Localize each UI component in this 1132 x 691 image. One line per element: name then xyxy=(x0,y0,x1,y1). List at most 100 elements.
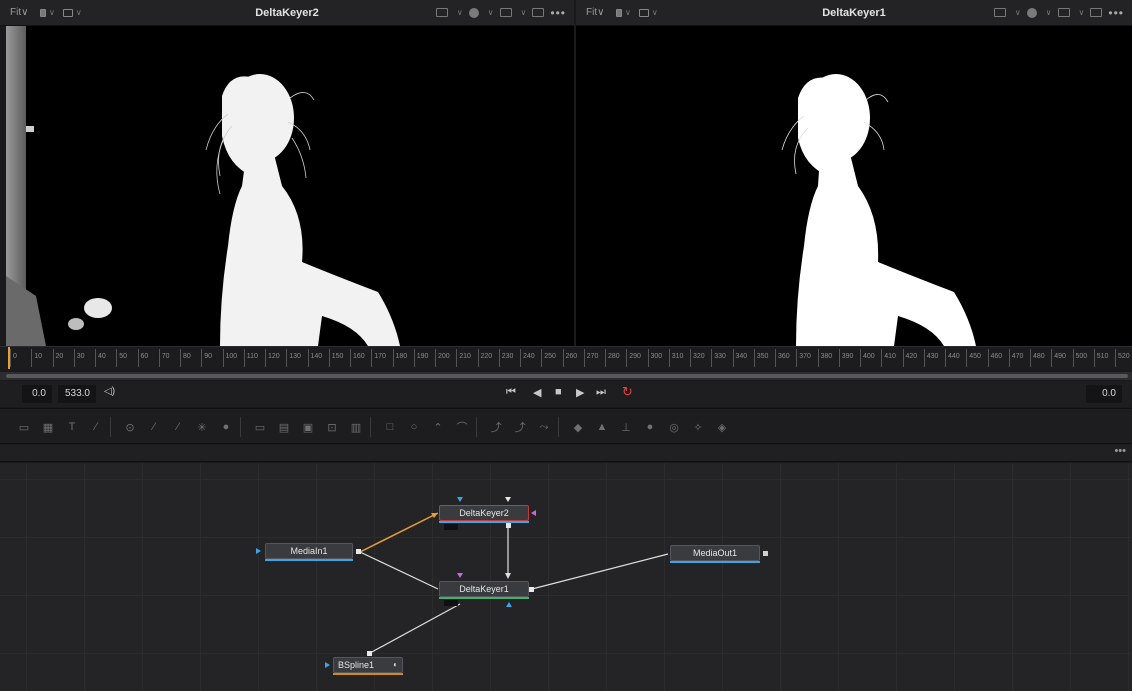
toolbar-separator xyxy=(558,417,559,437)
audio-icon[interactable]: ◁) xyxy=(104,386,115,397)
polygon-mask-icon[interactable]: ⌃ xyxy=(430,419,446,435)
output-port[interactable] xyxy=(529,587,534,592)
transform-icon[interactable]: ▥ xyxy=(348,419,364,435)
time-ruler[interactable]: 0 10 20 30 40 50 60 70 80 90 100 110 120 130 140 150 160… xyxy=(0,346,1132,370)
input-port-icon[interactable] xyxy=(506,602,512,607)
brightness-icon[interactable]: ✳ xyxy=(194,419,210,435)
input-port-icon[interactable] xyxy=(256,548,261,554)
chevron-down-icon[interactable]: ∨ xyxy=(521,8,527,17)
chevron-down-icon[interactable]: ∨ xyxy=(1046,8,1052,17)
resize-icon[interactable]: ⊡ xyxy=(324,419,340,435)
more-options-icon[interactable]: ••• xyxy=(1114,445,1126,457)
node-deltakeyer2[interactable]: DeltaKeyer2 xyxy=(439,505,529,523)
matte-control-icon[interactable]: ▤ xyxy=(276,419,292,435)
camera-tracker-icon[interactable]: ⤳ xyxy=(536,419,552,435)
fullscreen-icon[interactable] xyxy=(532,8,545,17)
lut-icon[interactable] xyxy=(638,8,649,17)
stop-icon[interactable]: ■ xyxy=(555,386,562,398)
node-underline xyxy=(333,673,403,675)
lut-icon[interactable] xyxy=(62,8,73,17)
text3d-icon[interactable]: ▲ xyxy=(594,419,610,435)
roi-icon[interactable] xyxy=(435,8,448,17)
polygon-icon[interactable]: ⁄ xyxy=(146,419,162,435)
gradient-icon[interactable]: ▦ xyxy=(40,419,56,435)
merge-icon[interactable]: ▭ xyxy=(252,419,268,435)
input-port-icon[interactable] xyxy=(325,662,330,668)
channel-icon[interactable] xyxy=(40,8,46,17)
channel-icon[interactable] xyxy=(616,8,622,17)
ruler-tick: 290 xyxy=(626,349,641,367)
time-scrubber[interactable] xyxy=(0,372,1132,380)
viewer-right-image[interactable] xyxy=(576,26,1132,346)
color-icon[interactable] xyxy=(1026,7,1037,18)
play-reverse-icon[interactable]: ◀ xyxy=(533,386,541,399)
chevron-down-icon[interactable]: ∨ xyxy=(625,8,631,17)
chevron-down-icon[interactable]: ∨ xyxy=(76,8,82,17)
roi-icon[interactable] xyxy=(993,8,1006,17)
play-forward-icon[interactable]: ▶ xyxy=(576,386,584,399)
fullscreen-icon[interactable] xyxy=(1090,8,1103,17)
light-fixture-matte xyxy=(84,298,112,318)
text-icon[interactable]: T xyxy=(64,419,80,435)
ruler-tick: 30 xyxy=(73,349,85,367)
fbx-icon[interactable]: ◈ xyxy=(714,419,730,435)
grid-icon[interactable] xyxy=(1057,8,1070,17)
go-to-end-icon[interactable]: ⏭ xyxy=(596,386,606,399)
color-icon[interactable] xyxy=(468,7,479,18)
zoom-fit-dropdown[interactable]: Fit∨ xyxy=(586,7,608,18)
bspline-mask-icon[interactable]: ⌒ xyxy=(454,419,470,435)
color-corrector-icon[interactable]: ▣ xyxy=(300,419,316,435)
scrub-range[interactable] xyxy=(6,374,1128,378)
node-deltakeyer1[interactable]: DeltaKeyer1 xyxy=(439,581,529,599)
background-icon[interactable]: ▭ xyxy=(16,419,32,435)
right-time-field[interactable]: 0.0 xyxy=(1086,385,1122,403)
stand-clamp xyxy=(26,126,34,132)
node-bspline1[interactable]: BSpline1 ◐ xyxy=(333,657,403,675)
chevron-down-icon[interactable]: ∨ xyxy=(49,8,55,17)
chevron-down-icon[interactable]: ∨ xyxy=(457,8,463,17)
light3d-icon[interactable]: ✧ xyxy=(690,419,706,435)
paint-icon[interactable]: ∕ xyxy=(88,419,104,435)
viewer-left-image[interactable] xyxy=(6,26,574,346)
current-time-field[interactable]: 0.0 xyxy=(22,385,52,403)
ruler-tick: 160 xyxy=(350,349,365,367)
bspline-icon[interactable]: ⁄ xyxy=(170,419,186,435)
chevron-down-icon[interactable]: ∨ xyxy=(652,8,658,17)
output-port[interactable] xyxy=(367,651,372,656)
render-end-field[interactable]: 533.0 xyxy=(58,385,96,403)
more-options-icon[interactable]: ••• xyxy=(550,6,566,20)
grid-icon[interactable] xyxy=(499,8,512,17)
ruler-tick: 380 xyxy=(817,349,832,367)
merge3d-icon[interactable]: ⊥ xyxy=(618,419,634,435)
input-port-icon[interactable] xyxy=(505,497,511,502)
chevron-down-icon[interactable]: ∨ xyxy=(488,8,494,17)
node-mediaout1[interactable]: MediaOut1 xyxy=(670,545,760,563)
node-toolbar: ▭ ▦ T ∕ ⊙ ⁄ ⁄ ✳ ● ▭ ▤ ▣ ⊡ ▥ □ ○ ⌃ ⌒ ⤴ ⤴ ⤳ ◆ ▲ ⊥ ● ◎ ✧ ◈ xyxy=(0,408,1132,444)
ellipse-mask-icon[interactable]: ○ xyxy=(406,419,422,435)
node-mediain1[interactable]: MediaIn1 xyxy=(265,543,353,561)
input-port-icon[interactable] xyxy=(457,497,463,502)
renderer3d-icon[interactable]: ● xyxy=(642,419,658,435)
loop-icon[interactable]: ↻ xyxy=(622,384,633,400)
tracker-icon[interactable]: ⤴ xyxy=(488,419,504,435)
node-editor[interactable]: MediaIn1 DeltaKeyer2 DeltaKeyer1 MediaOu… xyxy=(0,463,1132,691)
output-port[interactable] xyxy=(506,523,511,528)
shape3d-icon[interactable]: ◆ xyxy=(570,419,586,435)
more-options-icon[interactable]: ••• xyxy=(1108,6,1124,20)
input-port-icon[interactable] xyxy=(457,573,463,578)
camera3d-icon[interactable]: ◎ xyxy=(666,419,682,435)
node-flags-chip xyxy=(444,600,458,606)
ruler-tick: 190 xyxy=(413,349,428,367)
blur-icon[interactable]: ● xyxy=(218,419,234,435)
go-to-start-icon[interactable]: ⏮ xyxy=(506,386,516,399)
mask-input-icon[interactable] xyxy=(531,510,536,516)
particles-icon[interactable]: ⊙ xyxy=(122,419,138,435)
zoom-fit-dropdown[interactable]: Fit∨ xyxy=(10,7,32,18)
planar-tracker-icon[interactable]: ⤴ xyxy=(512,419,528,435)
transport-bar: 0.0 533.0 ◁) ⏮ ◀ ■ ▶ ⏭ ↻ 0.0 xyxy=(0,381,1132,407)
output-port[interactable] xyxy=(763,551,768,556)
chevron-down-icon[interactable]: ∨ xyxy=(1079,8,1085,17)
output-port[interactable] xyxy=(356,549,361,554)
rectangle-mask-icon[interactable]: □ xyxy=(382,419,398,435)
chevron-down-icon[interactable]: ∨ xyxy=(1015,8,1021,17)
